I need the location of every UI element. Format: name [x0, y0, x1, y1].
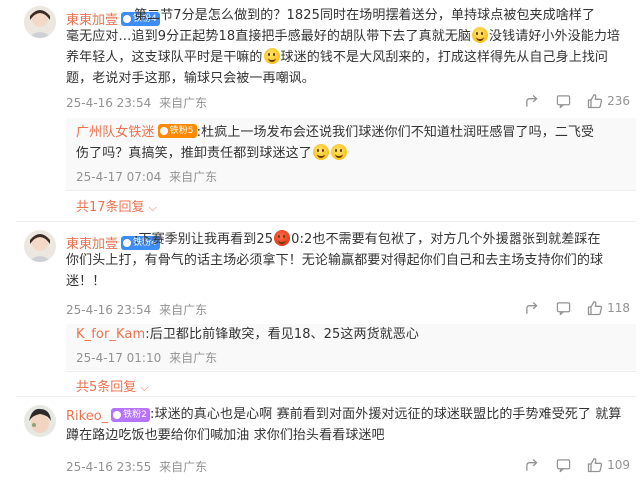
comment-actions: 109: [509, 457, 630, 473]
reply-line: 后卫都比前锋敢突，看见18、25这两货就恶心: [149, 327, 420, 342]
reply-username[interactable]: 广州队女铁迷: [76, 125, 155, 140]
comment-line: 没钱请好小外没能力培: [489, 29, 621, 44]
share-icon: [526, 94, 538, 107]
chevron-down-icon: ⌵: [140, 381, 149, 394]
fan-badge-icon: [113, 411, 122, 419]
comment-text: 养年轻人，这支球队平时是干嘛的 球迷的钱不是大风刮来的，打成这样得先从自己身上找问: [66, 47, 636, 68]
smile-emoji-icon: [312, 144, 329, 160]
fan-badge-icon: [123, 15, 132, 23]
comment-line: 你们头上打，有骨气的话主场必须拿下！无论输赢都要对得起你们自己和去主场支持你们的…: [66, 253, 604, 268]
username[interactable]: Rikeo_ 铁粉2: [66, 408, 150, 424]
comment-line: 球迷的钱不是大风刮来的，打成这样得先从自己身上找问: [280, 50, 609, 65]
reply-text: 伤了吗？真搞笑，推卸责任都到球迷这了: [76, 143, 631, 164]
location: 来自广东: [169, 170, 218, 184]
location: 来自广东: [159, 303, 208, 317]
comment-text: 题，老说对手这那，输球只会被一再嘲讽。: [66, 68, 636, 89]
reply-text: 广州队女铁迷 铁粉5:杜疯上一场发布会还说我们球迷你们不知道杜润旺感冒了吗，二飞受: [76, 122, 631, 143]
avatar[interactable]: [24, 405, 56, 437]
comment-icon: [556, 301, 571, 315]
more-replies-link[interactable]: 共5条回复 ⌵: [76, 376, 149, 395]
comment-text: 蹲在路边吃饭也要给你们喊加油 求你们抬头看看球迷吧: [66, 425, 636, 446]
more-replies-link[interactable]: 共17条回复 ⌵: [76, 196, 157, 215]
reply-line: 杜疯上一场发布会还说我们球迷你们不知道杜润旺感冒了吗，二飞受: [201, 125, 595, 140]
comment-meta: 25-4-16 23:54 来自广东: [66, 301, 207, 318]
comment-text: :下赛季别让我再看到25 0:2也不需要有包袱了，对方几个外援嚣张到就差踩在: [134, 229, 634, 250]
comment-text: 你们头上打，有骨气的话主场必须拿下！无论输赢都要对得起你们自己和去主场支持你们的…: [66, 250, 636, 271]
thumbs-up-icon: [587, 94, 603, 109]
comment-item: Rikeo_ 铁粉2 :球迷的真心也是心啊 赛前看到对面外援对远征的球迷联盟比的手…: [0, 397, 644, 486]
avatar[interactable]: [24, 230, 56, 262]
smile-emoji-icon: [472, 27, 489, 43]
like-count: 118: [607, 301, 630, 315]
comment-item: 東東加壹 铁粉4 :下赛季别让我再看到25 0:2也不需要有包袱了，对方几个外援嚣张…: [0, 222, 644, 395]
comment-text: 毫无应对…追到9分正起势18直接把手感最好的胡队带下去了真就无脑 没钱请好小外没能…: [66, 26, 636, 47]
fan-badge: 铁粉2: [111, 408, 150, 422]
comment-icon: [556, 458, 571, 472]
timestamp: 25-4-16 23:54: [66, 303, 152, 317]
comment-icon: [556, 94, 571, 108]
reply-line: 伤了吗？真搞笑，推卸责任都到球迷这了: [76, 146, 312, 161]
comment-text: :球迷的真心也是心啊 赛前看到对面外援对远征的球迷联盟比的手势难受死了 就算: [150, 404, 636, 425]
like-count: 236: [607, 94, 630, 108]
fan-badge-icon: [123, 239, 132, 247]
like-count: 109: [607, 458, 630, 472]
reply-box: K_for_Kam:后卫都比前锋敢突，看见18、25这两货就恶心 25-4-17…: [66, 324, 636, 370]
share-button[interactable]: [525, 458, 540, 473]
comment-line: 养年轻人，这支球队平时是干嘛的: [66, 50, 263, 65]
reply-text: K_for_Kam:后卫都比前锋敢突，看见18、25这两货就恶心: [76, 324, 631, 345]
divider: [66, 190, 636, 191]
fan-badge-label: 铁粉5: [169, 126, 194, 136]
comment-line: 题，老说对手这那，输球只会被一再嘲讽。: [66, 71, 315, 86]
comment-actions: 236: [509, 93, 630, 109]
comment-meta: 25-4-16 23:54 来自广东: [66, 94, 207, 111]
comment-line: 毫无应对…追到9分正起势18直接把手感最好的胡队带下去了真就无脑: [66, 29, 472, 44]
reply-box: 广州队女铁迷 铁粉5:杜疯上一场发布会还说我们球迷你们不知道杜润旺感冒了吗，二飞受…: [66, 118, 636, 190]
comment-line: 下赛季别让我再看到25: [138, 232, 274, 247]
fan-badge-icon: [159, 127, 168, 135]
comment-actions: 118: [509, 300, 630, 316]
comment-item: 東東加壹 铁粉4 第二节7分是怎么做到的？1825同时在场明摆着送分，单持球点被包…: [0, 0, 644, 222]
timestamp: 25-4-17 07:04: [76, 170, 162, 184]
like-button[interactable]: 118: [587, 300, 630, 316]
comment-button[interactable]: [556, 301, 571, 316]
location: 来自广东: [169, 351, 218, 365]
comment-button[interactable]: [556, 94, 571, 109]
angry-emoji-icon: [274, 230, 291, 246]
timestamp: 25-4-16 23:55: [66, 460, 152, 474]
reply-meta: 25-4-17 01:10 来自广东: [76, 349, 217, 366]
thumbs-up-icon: [587, 301, 603, 316]
share-icon: [526, 301, 538, 314]
fan-badge: 铁粉5: [157, 124, 197, 138]
reply-username[interactable]: K_for_Kam: [76, 327, 145, 342]
comment-line: 迷！！: [66, 274, 106, 289]
username-text[interactable]: Rikeo_: [66, 409, 108, 424]
divider: [66, 371, 636, 372]
more-replies-label[interactable]: 共17条回复: [76, 200, 145, 215]
comment-text: 第二节7分是怎么做到的？1825同时在场明摆着送分，单持球点被包夹成啥样了: [134, 5, 634, 26]
timestamp: 25-4-16 23:54: [66, 96, 152, 110]
reply-meta: 25-4-17 07:04 来自广东: [76, 168, 217, 185]
location: 来自广东: [159, 460, 208, 474]
avatar[interactable]: [24, 6, 56, 38]
like-button[interactable]: 236: [587, 93, 630, 109]
comment-text: 迷！！: [66, 271, 636, 292]
share-icon: [526, 458, 538, 471]
share-button[interactable]: [525, 301, 540, 316]
location: 来自广东: [159, 96, 208, 110]
comment-line: 0:2也不需要有包袱了，对方几个外援嚣张到就差踩在: [291, 232, 601, 247]
thumbs-up-icon: [587, 458, 603, 473]
smile-emoji-icon: [330, 144, 347, 160]
comment-button[interactable]: [556, 458, 571, 473]
comment-line: 球迷的真心也是心啊 赛前看到对面外援对远征的球迷联盟比的手势难受死了 就算: [154, 407, 622, 422]
like-button[interactable]: 109: [587, 457, 630, 473]
comment-line: 第二节7分是怎么做到的？1825同时在场明摆着送分，单持球点被包夹成啥样了: [134, 8, 596, 23]
comment-line: 蹲在路边吃饭也要给你们喊加油 求你们抬头看看球迷吧: [66, 428, 385, 443]
chevron-down-icon: ⌵: [148, 201, 157, 214]
comment-meta: 25-4-16 23:55 来自广东: [66, 458, 207, 475]
share-button[interactable]: [525, 94, 540, 109]
fan-badge-label: 铁粉2: [123, 410, 147, 420]
timestamp: 25-4-17 01:10: [76, 351, 162, 365]
smile-emoji-icon: [263, 48, 280, 64]
more-replies-label[interactable]: 共5条回复: [76, 380, 136, 395]
